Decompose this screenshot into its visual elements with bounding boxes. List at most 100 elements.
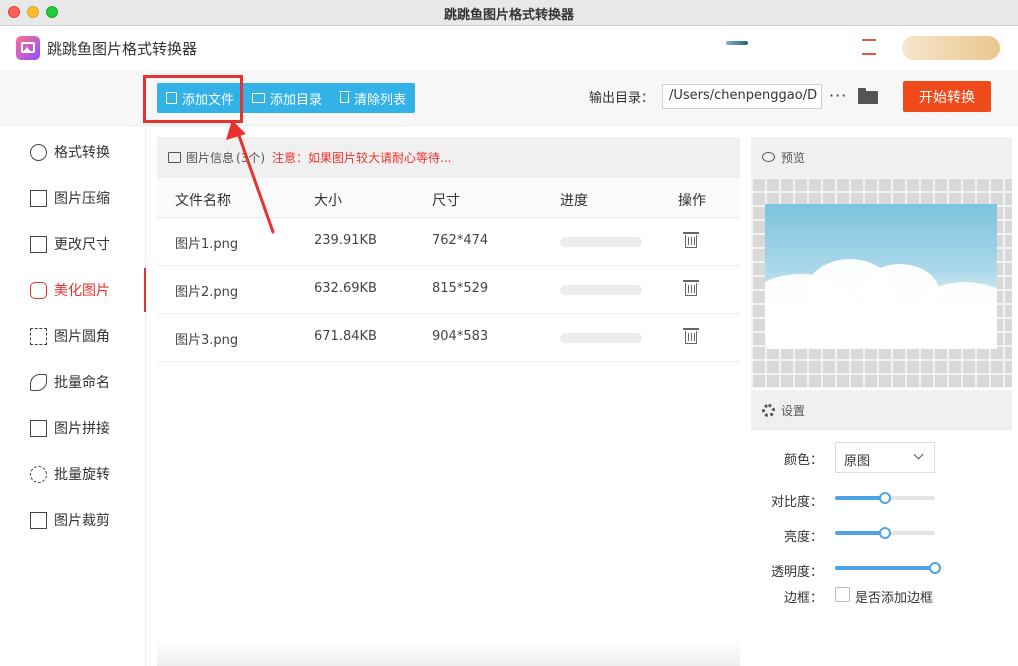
delete-icon[interactable] (683, 232, 699, 248)
brightness-slider[interactable] (835, 527, 935, 539)
add-directory-button[interactable]: 添加目录 (243, 83, 331, 113)
round-corner-icon (30, 327, 47, 345)
slider-handle[interactable] (929, 562, 941, 574)
sidebar-item-crop[interactable]: 图片裁剪 (0, 498, 146, 542)
file-name: 图片2.png (175, 285, 239, 300)
file-size: 671.84KB (314, 329, 377, 344)
color-label: 颜色： (783, 453, 823, 468)
right-panel: 预览 设置 颜色： 原图 对比度： 亮度： 透明度： 边框： 是否添加边框 (751, 137, 1012, 666)
file-dimensions: 904*583 (432, 329, 489, 344)
clear-list-label: 清除列表 (354, 92, 407, 108)
sidebar-item-label: 图片拼接 (54, 421, 110, 437)
sidebar-item-label: 批量旋转 (54, 467, 110, 483)
add-directory-label: 添加目录 (270, 92, 323, 108)
sidebar-item-label: 图片裁剪 (54, 513, 110, 529)
settings-title: 设置 (781, 403, 806, 418)
clear-list-button[interactable]: 清除列表 (331, 83, 415, 113)
progress-bar (560, 237, 642, 247)
progress-bar (560, 333, 642, 343)
contrast-label: 对比度： (770, 495, 823, 510)
table-row[interactable]: 图片3.png 671.84KB 904*583 (157, 314, 740, 362)
column-header-name: 文件名称 (175, 193, 231, 209)
output-dir-label: 输出目录： (589, 91, 655, 106)
file-info-label: 图片信息 (186, 151, 235, 165)
large-file-note: 注意：如果图片较大请耐心等待... (272, 151, 452, 165)
header-widget-icon[interactable] (726, 41, 748, 45)
file-size: 239.91KB (314, 233, 377, 248)
sidebar-item-compress[interactable]: 图片压缩 (0, 176, 146, 220)
start-convert-button[interactable]: 开始转换 (903, 81, 991, 112)
app-name: 跳跳鱼图片格式转换器 (47, 40, 198, 58)
slider-handle[interactable] (879, 492, 891, 504)
file-count: (3个) (236, 151, 266, 165)
slider-fill (835, 566, 935, 570)
column-header-actions: 操作 (678, 193, 706, 209)
file-name: 图片1.png (175, 237, 239, 252)
border-checkbox[interactable] (835, 587, 850, 602)
more-options-button[interactable]: ··· (829, 86, 847, 105)
chevron-down-icon (913, 449, 924, 460)
app-header: 跳跳鱼图片格式转换器 (0, 26, 1018, 70)
browse-folder-icon[interactable] (858, 88, 878, 104)
progress-bar (560, 285, 642, 295)
sidebar-item-rotate[interactable]: 批量旋转 (0, 452, 146, 496)
opacity-slider[interactable] (835, 562, 941, 574)
resize-icon (30, 235, 47, 253)
list-bottom-edge (157, 640, 740, 666)
add-file-highlight-annotation (143, 75, 243, 123)
rename-icon (30, 373, 47, 391)
folder-icon (252, 93, 266, 103)
beautify-icon (30, 281, 47, 299)
header-menu-icon-bottom (862, 53, 876, 55)
border-checkbox-label[interactable]: 是否添加边框 (855, 587, 933, 606)
settings-header: 设置 (751, 390, 1012, 430)
file-info-bar: 图片信息 (3个) 注意：如果图片较大请耐心等待... (157, 137, 740, 178)
file-dimensions: 762*474 (432, 233, 489, 248)
contrast-slider[interactable] (835, 492, 935, 504)
slider-fill (835, 531, 885, 535)
file-dimensions: 815*529 (432, 281, 489, 296)
delete-icon[interactable] (683, 280, 699, 296)
app-logo-icon (16, 36, 40, 60)
sidebar-item-round-corner[interactable]: 图片圆角 (0, 314, 146, 358)
file-size: 632.69KB (314, 281, 377, 296)
sidebar-item-label: 格式转换 (54, 145, 110, 161)
sidebar-item-beautify[interactable]: 美化图片 (0, 268, 146, 312)
stitch-icon (30, 419, 47, 437)
rotate-icon (30, 465, 47, 483)
sidebar-item-label: 图片圆角 (54, 329, 110, 345)
sidebar-item-format-convert[interactable]: 格式转换 (0, 130, 146, 174)
sidebar-item-rename[interactable]: 批量命名 (0, 360, 146, 404)
output-dir-input[interactable]: /Users/chenpenggao/D (662, 84, 822, 109)
compress-icon (30, 189, 47, 207)
window-title: 跳跳鱼图片格式转换器 (443, 8, 574, 23)
header-menu-icon[interactable] (862, 39, 876, 41)
color-select[interactable]: 原图 (835, 442, 935, 473)
sidebar: 格式转换 图片压缩 更改尺寸 美化图片 图片圆角 批量命名 图片拼接 批量旋转 … (0, 127, 146, 666)
table-row[interactable]: 图片2.png 632.69KB 815*529 (157, 266, 740, 314)
crop-icon (30, 511, 47, 529)
window-titlebar: 跳跳鱼图片格式转换器 (0, 0, 1018, 26)
slider-handle[interactable] (879, 527, 891, 539)
column-header-size: 大小 (314, 193, 342, 209)
sidebar-item-stitch[interactable]: 图片拼接 (0, 406, 146, 450)
sidebar-item-resize[interactable]: 更改尺寸 (0, 222, 146, 266)
image-icon (168, 152, 181, 163)
preview-header: 预览 (751, 137, 1012, 177)
preview-eye-icon (762, 152, 775, 162)
sidebar-item-label: 图片压缩 (54, 191, 110, 207)
format-convert-icon (30, 143, 47, 161)
sidebar-item-label: 美化图片 (54, 283, 110, 299)
border-label: 边框： (783, 591, 823, 606)
preview-title: 预览 (781, 150, 806, 165)
table-row[interactable]: 图片1.png 239.91KB 762*474 (157, 218, 740, 266)
file-name: 图片3.png (175, 333, 239, 348)
gear-icon (762, 403, 775, 417)
delete-icon[interactable] (683, 328, 699, 344)
preview-image (765, 204, 997, 349)
file-list-panel: 图片信息 (3个) 注意：如果图片较大请耐心等待... 文件名称 大小 尺寸 进… (157, 137, 740, 666)
table-header: 文件名称 大小 尺寸 进度 操作 (157, 178, 740, 218)
settings-body: 颜色： 原图 对比度： 亮度： 透明度： 边框： 是否添加边框 (751, 430, 1012, 666)
sidebar-item-label: 更改尺寸 (54, 237, 110, 253)
header-user-badge[interactable] (902, 36, 1000, 60)
